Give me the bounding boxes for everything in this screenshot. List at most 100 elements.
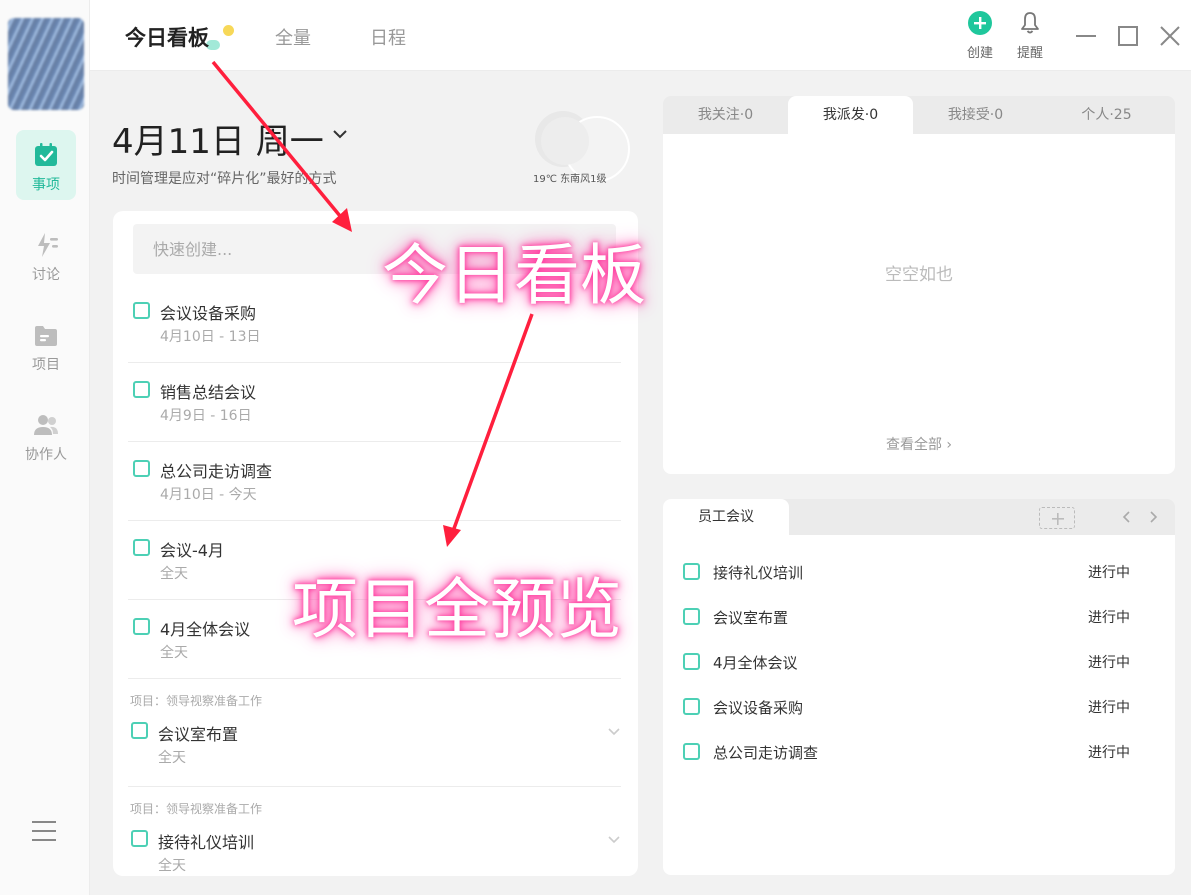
- task-date: 4月9日 - 16日: [160, 408, 252, 424]
- page-subtitle: 时间管理是应对“碎片化”最好的方式: [112, 171, 337, 187]
- task-date: 全天: [158, 858, 186, 874]
- task-date: 4月10日 - 13日: [160, 329, 261, 345]
- chevron-down-icon[interactable]: [607, 835, 621, 845]
- plus-circle-icon: [968, 11, 992, 35]
- project-task-list: 接待礼仪培训 进行中 会议室布置 进行中 4月全体会议 进行中 会议设备采购 进…: [663, 535, 1175, 875]
- task-item[interactable]: 销售总结会议 4月9日 - 16日: [128, 363, 621, 442]
- sidebar-item-collaborators[interactable]: 协作人: [16, 400, 76, 470]
- task-item[interactable]: 项目：领导视察准备工作 会议室布置 全天: [128, 679, 621, 787]
- status-label: 进行中: [1088, 655, 1130, 671]
- task-date: 全天: [160, 566, 188, 582]
- task-date: 4月10日 - 今天: [160, 487, 257, 503]
- top-bar: 今日看板 全量 日程 创建 提醒: [90, 0, 1191, 71]
- empty-state-text: 空空如也: [885, 265, 953, 285]
- avatar[interactable]: [8, 18, 84, 110]
- task-title: 会议室布置: [158, 725, 239, 744]
- list-item[interactable]: 会议设备采购 进行中: [663, 689, 1175, 725]
- status-label: 进行中: [1088, 565, 1130, 581]
- task-title: 销售总结会议: [160, 383, 257, 402]
- tab-schedule[interactable]: 日程: [370, 24, 406, 50]
- task-item[interactable]: 会议-4月 全天: [128, 521, 621, 600]
- status-label: 进行中: [1088, 745, 1130, 761]
- task-project: 项目：领导视察准备工作: [130, 694, 263, 708]
- tab-project-staff-meeting[interactable]: 员工会议: [663, 499, 789, 535]
- task-checkbox[interactable]: [133, 460, 150, 477]
- task-checkbox[interactable]: [683, 608, 700, 625]
- task-item[interactable]: 会议设备采购 4月10日 - 13日: [128, 290, 621, 363]
- chevron-down-icon[interactable]: [607, 727, 621, 737]
- create-label: 创建: [966, 46, 993, 61]
- plus-icon: [1052, 513, 1064, 525]
- task-title: 4月全体会议: [160, 620, 251, 639]
- task-checkbox[interactable]: [133, 618, 150, 635]
- tab-dispatched[interactable]: 我派发·0: [788, 96, 913, 134]
- project-task-name: 会议设备采购: [713, 699, 804, 717]
- create-button[interactable]: 创建: [960, 10, 1000, 61]
- date-title: 4月11日 周一: [112, 122, 324, 162]
- sidebar-item-projects[interactable]: 项目: [16, 310, 76, 380]
- task-checkbox[interactable]: [683, 653, 700, 670]
- weather-text: 19℃ 东南风1级: [533, 174, 607, 185]
- chevron-down-icon[interactable]: [330, 126, 350, 142]
- close-icon[interactable]: [1158, 24, 1182, 48]
- sidebar-item-label: 讨论: [32, 267, 60, 283]
- project-task-name: 接待礼仪培训: [713, 564, 804, 582]
- task-date: 全天: [158, 750, 186, 766]
- assignment-tabs: 我关注·0 我派发·0 我接受·0 个人·25: [663, 96, 1175, 134]
- sidebar-item-discussion[interactable]: 讨论: [16, 220, 76, 290]
- sidebar-item-label: 事项: [32, 177, 60, 193]
- task-checkbox[interactable]: [133, 381, 150, 398]
- chevron-left-icon[interactable]: [1121, 510, 1133, 524]
- task-project: 项目：领导视察准备工作: [130, 802, 263, 816]
- list-item[interactable]: 4月全体会议 进行中: [663, 644, 1175, 680]
- task-item[interactable]: 项目：领导视察准备工作 接待礼仪培训 全天: [128, 787, 621, 876]
- task-checkbox[interactable]: [131, 830, 148, 847]
- project-task-name: 4月全体会议: [713, 654, 798, 672]
- task-panel: 会议设备采购 4月10日 - 13日 销售总结会议 4月9日 - 16日 总公司…: [113, 211, 638, 876]
- task-item[interactable]: 总公司走访调查 4月10日 - 今天: [128, 442, 621, 521]
- folder-icon: [35, 326, 57, 346]
- sidebar: 事项 讨论 项目 协作人: [0, 0, 90, 895]
- calendar-check-icon: [35, 143, 57, 166]
- tab-today-board[interactable]: 今日看板: [125, 22, 209, 52]
- task-title: 会议设备采购: [160, 304, 257, 323]
- add-project-button[interactable]: [1039, 507, 1075, 529]
- task-checkbox[interactable]: [683, 698, 700, 715]
- minimize-icon[interactable]: [1074, 24, 1098, 48]
- tab-accepted[interactable]: 我接受·0: [913, 96, 1038, 134]
- task-checkbox[interactable]: [683, 743, 700, 760]
- project-tabs: 员工会议: [663, 499, 1175, 535]
- task-checkbox[interactable]: [133, 539, 150, 556]
- hamburger-menu-icon[interactable]: [30, 818, 58, 844]
- task-checkbox[interactable]: [131, 722, 148, 739]
- task-title: 接待礼仪培训: [158, 833, 255, 852]
- quick-create-input[interactable]: [133, 224, 616, 274]
- task-title: 会议-4月: [160, 541, 224, 560]
- project-task-name: 总公司走访调查: [713, 744, 819, 762]
- tab-following[interactable]: 我关注·0: [663, 96, 788, 134]
- maximize-icon[interactable]: [1116, 24, 1140, 48]
- people-icon: [34, 415, 58, 435]
- sidebar-item-label: 协作人: [25, 447, 67, 463]
- status-label: 进行中: [1088, 700, 1130, 716]
- bell-icon: [1021, 12, 1039, 34]
- list-item[interactable]: 接待礼仪培训 进行中: [663, 554, 1175, 590]
- list-item[interactable]: 总公司走访调查 进行中: [663, 734, 1175, 770]
- status-label: 进行中: [1088, 610, 1130, 626]
- view-all-link[interactable]: 查看全部 ›: [663, 434, 1175, 454]
- tab-all[interactable]: 全量: [275, 24, 311, 50]
- task-checkbox[interactable]: [133, 302, 150, 319]
- list-item[interactable]: 会议室布置 进行中: [663, 599, 1175, 635]
- notification-dot: [223, 25, 234, 36]
- assignment-panel: 空空如也 查看全部 ›: [663, 134, 1175, 474]
- remind-label: 提醒: [1016, 46, 1043, 61]
- tab-personal[interactable]: 个人·25: [1038, 96, 1175, 134]
- task-item[interactable]: 4月全体会议 全天: [128, 600, 621, 679]
- chevron-right-icon[interactable]: [1147, 510, 1159, 524]
- project-task-name: 会议室布置: [713, 609, 789, 627]
- task-checkbox[interactable]: [683, 563, 700, 580]
- sidebar-item-tasks[interactable]: 事项: [16, 130, 76, 200]
- sidebar-item-label: 项目: [32, 357, 60, 373]
- remind-button[interactable]: 提醒: [1010, 10, 1050, 61]
- lightning-icon: [38, 233, 58, 257]
